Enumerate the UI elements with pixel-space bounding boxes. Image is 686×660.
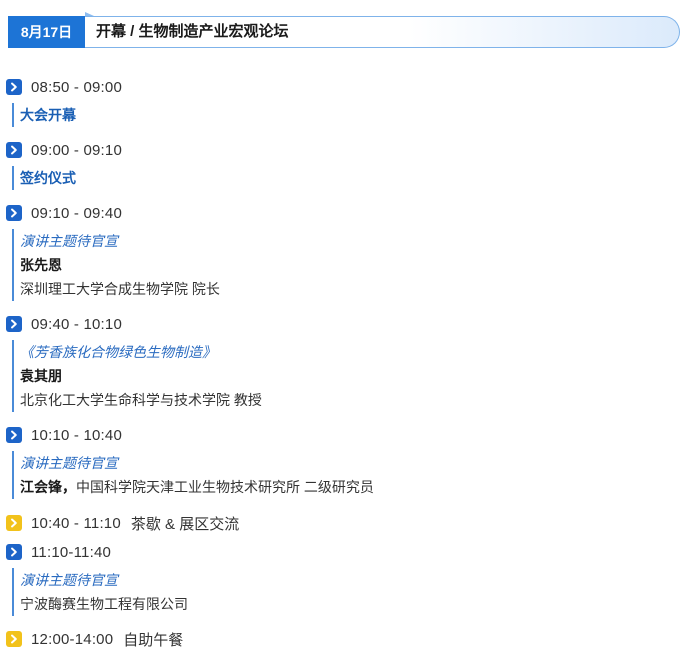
chevron-right-icon xyxy=(6,631,22,647)
talk-title: 《芳香族化合物绿色生物制造》 xyxy=(20,344,216,360)
talk-title: 演讲主题待官宣 xyxy=(20,455,118,471)
agenda-item-time-row: 08:50 - 09:00 xyxy=(6,78,122,96)
agenda-session-name: 签约仪式 xyxy=(20,170,76,186)
chevron-right-icon xyxy=(6,515,22,531)
chevron-right-icon xyxy=(6,427,22,443)
agenda-time: 10:40 - 11:10 xyxy=(31,514,121,532)
agenda-item-time-row: 09:00 - 09:10 xyxy=(6,141,122,159)
agenda-item-time-row: 11:10-11:40 xyxy=(6,543,111,561)
agenda-item-time-row: 10:10 - 10:40 xyxy=(6,426,122,444)
date-badge-fold xyxy=(85,12,94,16)
agenda-header: 8月17日 开幕 / 生物制造产业宏观论坛 xyxy=(8,12,680,50)
agenda-time: 10:10 - 10:40 xyxy=(31,426,123,444)
agenda-session-name: 大会开幕 xyxy=(20,107,76,123)
agenda-time: 11:10-11:40 xyxy=(31,543,112,561)
speaker-affiliation: 北京化工大学生命科学与技术学院 教授 xyxy=(20,392,262,408)
agenda-item-detail: 签约仪式 xyxy=(12,166,76,190)
break-note: 茶歇 & 展区交流 xyxy=(130,515,240,533)
agenda-item-detail: 《芳香族化合物绿色生物制造》 袁其朋 北京化工大学生命科学与技术学院 教授 xyxy=(12,340,262,412)
agenda-time: 08:50 - 09:00 xyxy=(31,78,123,96)
session-title-box: 开幕 / 生物制造产业宏观论坛 xyxy=(80,16,680,48)
talk-title: 演讲主题待官宣 xyxy=(20,233,118,249)
agenda-item-time-row: 09:40 - 10:10 xyxy=(6,315,122,333)
agenda-item-time-row: 09:10 - 09:40 xyxy=(6,204,122,222)
agenda-item-time-row: 10:40 - 11:10 茶歇 & 展区交流 xyxy=(6,514,240,533)
speaker-affiliation: 中国科学院天津工业生物技术研究所 二级研究员 xyxy=(76,479,374,495)
break-note: 自助午餐 xyxy=(123,631,184,649)
chevron-right-icon xyxy=(6,79,22,95)
talk-title: 演讲主题待官宣 xyxy=(20,572,118,588)
speaker-affiliation: 宁波酶赛生物工程有限公司 xyxy=(20,596,188,612)
agenda-item-detail: 演讲主题待官宣 张先恩 深圳理工大学合成生物学院 院长 xyxy=(12,229,220,301)
agenda-time: 09:10 - 09:40 xyxy=(31,204,123,222)
speaker-affiliation: 深圳理工大学合成生物学院 院长 xyxy=(20,281,220,297)
speaker-name: 袁其朋 xyxy=(20,368,62,384)
agenda-item-detail: 大会开幕 xyxy=(12,103,76,127)
chevron-right-icon xyxy=(6,142,22,158)
chevron-right-icon xyxy=(6,205,22,221)
session-title: 开幕 / 生物制造产业宏观论坛 xyxy=(96,23,289,40)
agenda-time: 09:00 - 09:10 xyxy=(31,141,123,159)
agenda-time: 12:00-14:00 xyxy=(31,630,114,648)
speaker-name: 张先恩 xyxy=(20,257,62,273)
date-badge: 8月17日 xyxy=(8,16,85,48)
chevron-right-icon xyxy=(6,316,22,332)
agenda-item-detail: 演讲主题待官宣 江会锋，中国科学院天津工业生物技术研究所 二级研究员 xyxy=(12,451,374,499)
agenda-item-detail: 演讲主题待官宣 宁波酶赛生物工程有限公司 xyxy=(12,568,188,616)
agenda-time: 09:40 - 10:10 xyxy=(31,315,123,333)
chevron-right-icon xyxy=(6,544,22,560)
speaker-name: 江会锋， xyxy=(20,479,76,495)
speaker-line: 江会锋，中国科学院天津工业生物技术研究所 二级研究员 xyxy=(20,475,374,499)
agenda-item-time-row: 12:00-14:00 自助午餐 xyxy=(6,630,184,649)
